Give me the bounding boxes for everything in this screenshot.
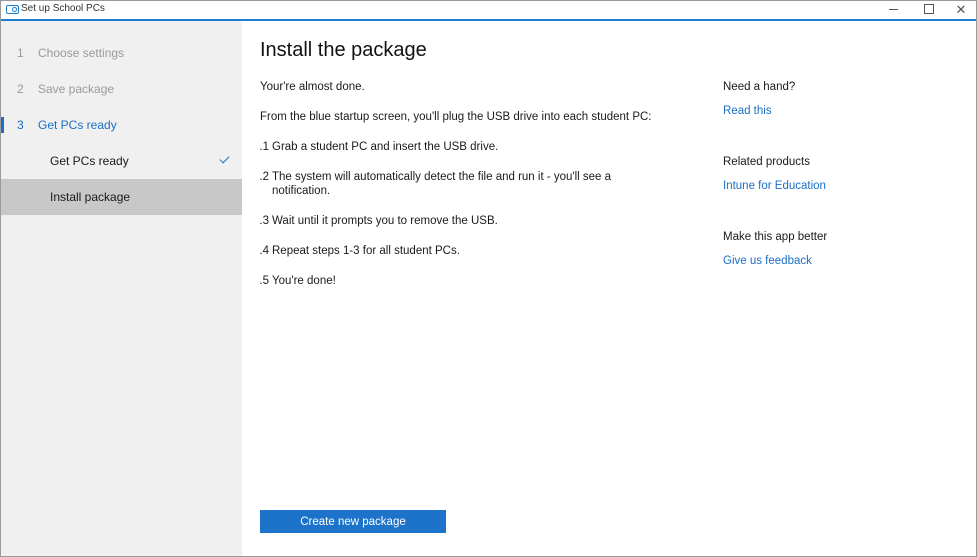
list-number: 3. [259, 215, 269, 227]
step-label: Save package [38, 82, 115, 96]
list-text: Grab a student PC and insert the USB dri… [272, 141, 499, 153]
list-text: Repeat steps 1-3 for all student PCs. [272, 245, 460, 257]
help-heading: Make this app better [723, 231, 828, 243]
substep-label: Get PCs ready [50, 154, 129, 168]
close-icon: ✕ [955, 1, 967, 17]
help-heading: Need a hand? [723, 81, 796, 93]
maximize-icon [924, 4, 934, 14]
maximize-button[interactable] [911, 1, 947, 17]
create-new-package-button[interactable]: Create new package [260, 510, 446, 533]
step-label: Choose settings [38, 46, 125, 60]
minimize-button[interactable] [875, 1, 911, 17]
checkmark-icon [219, 153, 230, 164]
step-number: 3 [17, 118, 24, 132]
sidebar-nav: 1 Choose settings 2 Save package 3 Get P… [1, 21, 242, 556]
app-window: Set up School PCs ✕ 1 Choose settings 2 … [0, 0, 977, 557]
active-step-indicator [1, 117, 4, 133]
minimize-icon [888, 8, 898, 10]
give-us-feedback-link[interactable]: Give us feedback [723, 255, 812, 267]
main-content: Install the package Your're almost done.… [242, 21, 976, 556]
step-choose-settings: 1 Choose settings [1, 35, 242, 71]
list-number: 5. [259, 275, 269, 287]
step-get-pcs-ready[interactable]: 3 Get PCs ready [1, 107, 242, 143]
step-number: 2 [17, 82, 24, 96]
window-title: Set up School PCs [21, 3, 105, 14]
intro-text: Your're almost done. [260, 81, 365, 93]
read-this-link[interactable]: Read this [723, 105, 772, 117]
intune-for-education-link[interactable]: Intune for Education [723, 180, 826, 192]
step-label: Get PCs ready [38, 118, 117, 132]
close-button[interactable]: ✕ [943, 1, 976, 17]
list-text: Wait until it prompts you to remove the … [272, 215, 498, 227]
instruction-text: From the blue startup screen, you'll plu… [260, 111, 652, 123]
list-number: 2. [259, 171, 269, 183]
substep-get-pcs-ready[interactable]: Get PCs ready [1, 143, 242, 179]
step-save-package: 2 Save package [1, 71, 242, 107]
substep-install-package[interactable]: Install package [1, 179, 242, 215]
list-text: The system will automatically detect the… [272, 171, 612, 197]
step-number: 1 [17, 46, 24, 60]
substep-label: Install package [50, 190, 131, 204]
list-number: 4. [259, 245, 269, 257]
help-heading: Related products [723, 156, 810, 168]
list-text: You're done! [272, 275, 336, 287]
page-title: Install the package [260, 39, 427, 61]
title-bar[interactable]: Set up School PCs ✕ [1, 1, 976, 21]
app-icon [6, 5, 19, 14]
list-number: 1. [259, 141, 269, 153]
